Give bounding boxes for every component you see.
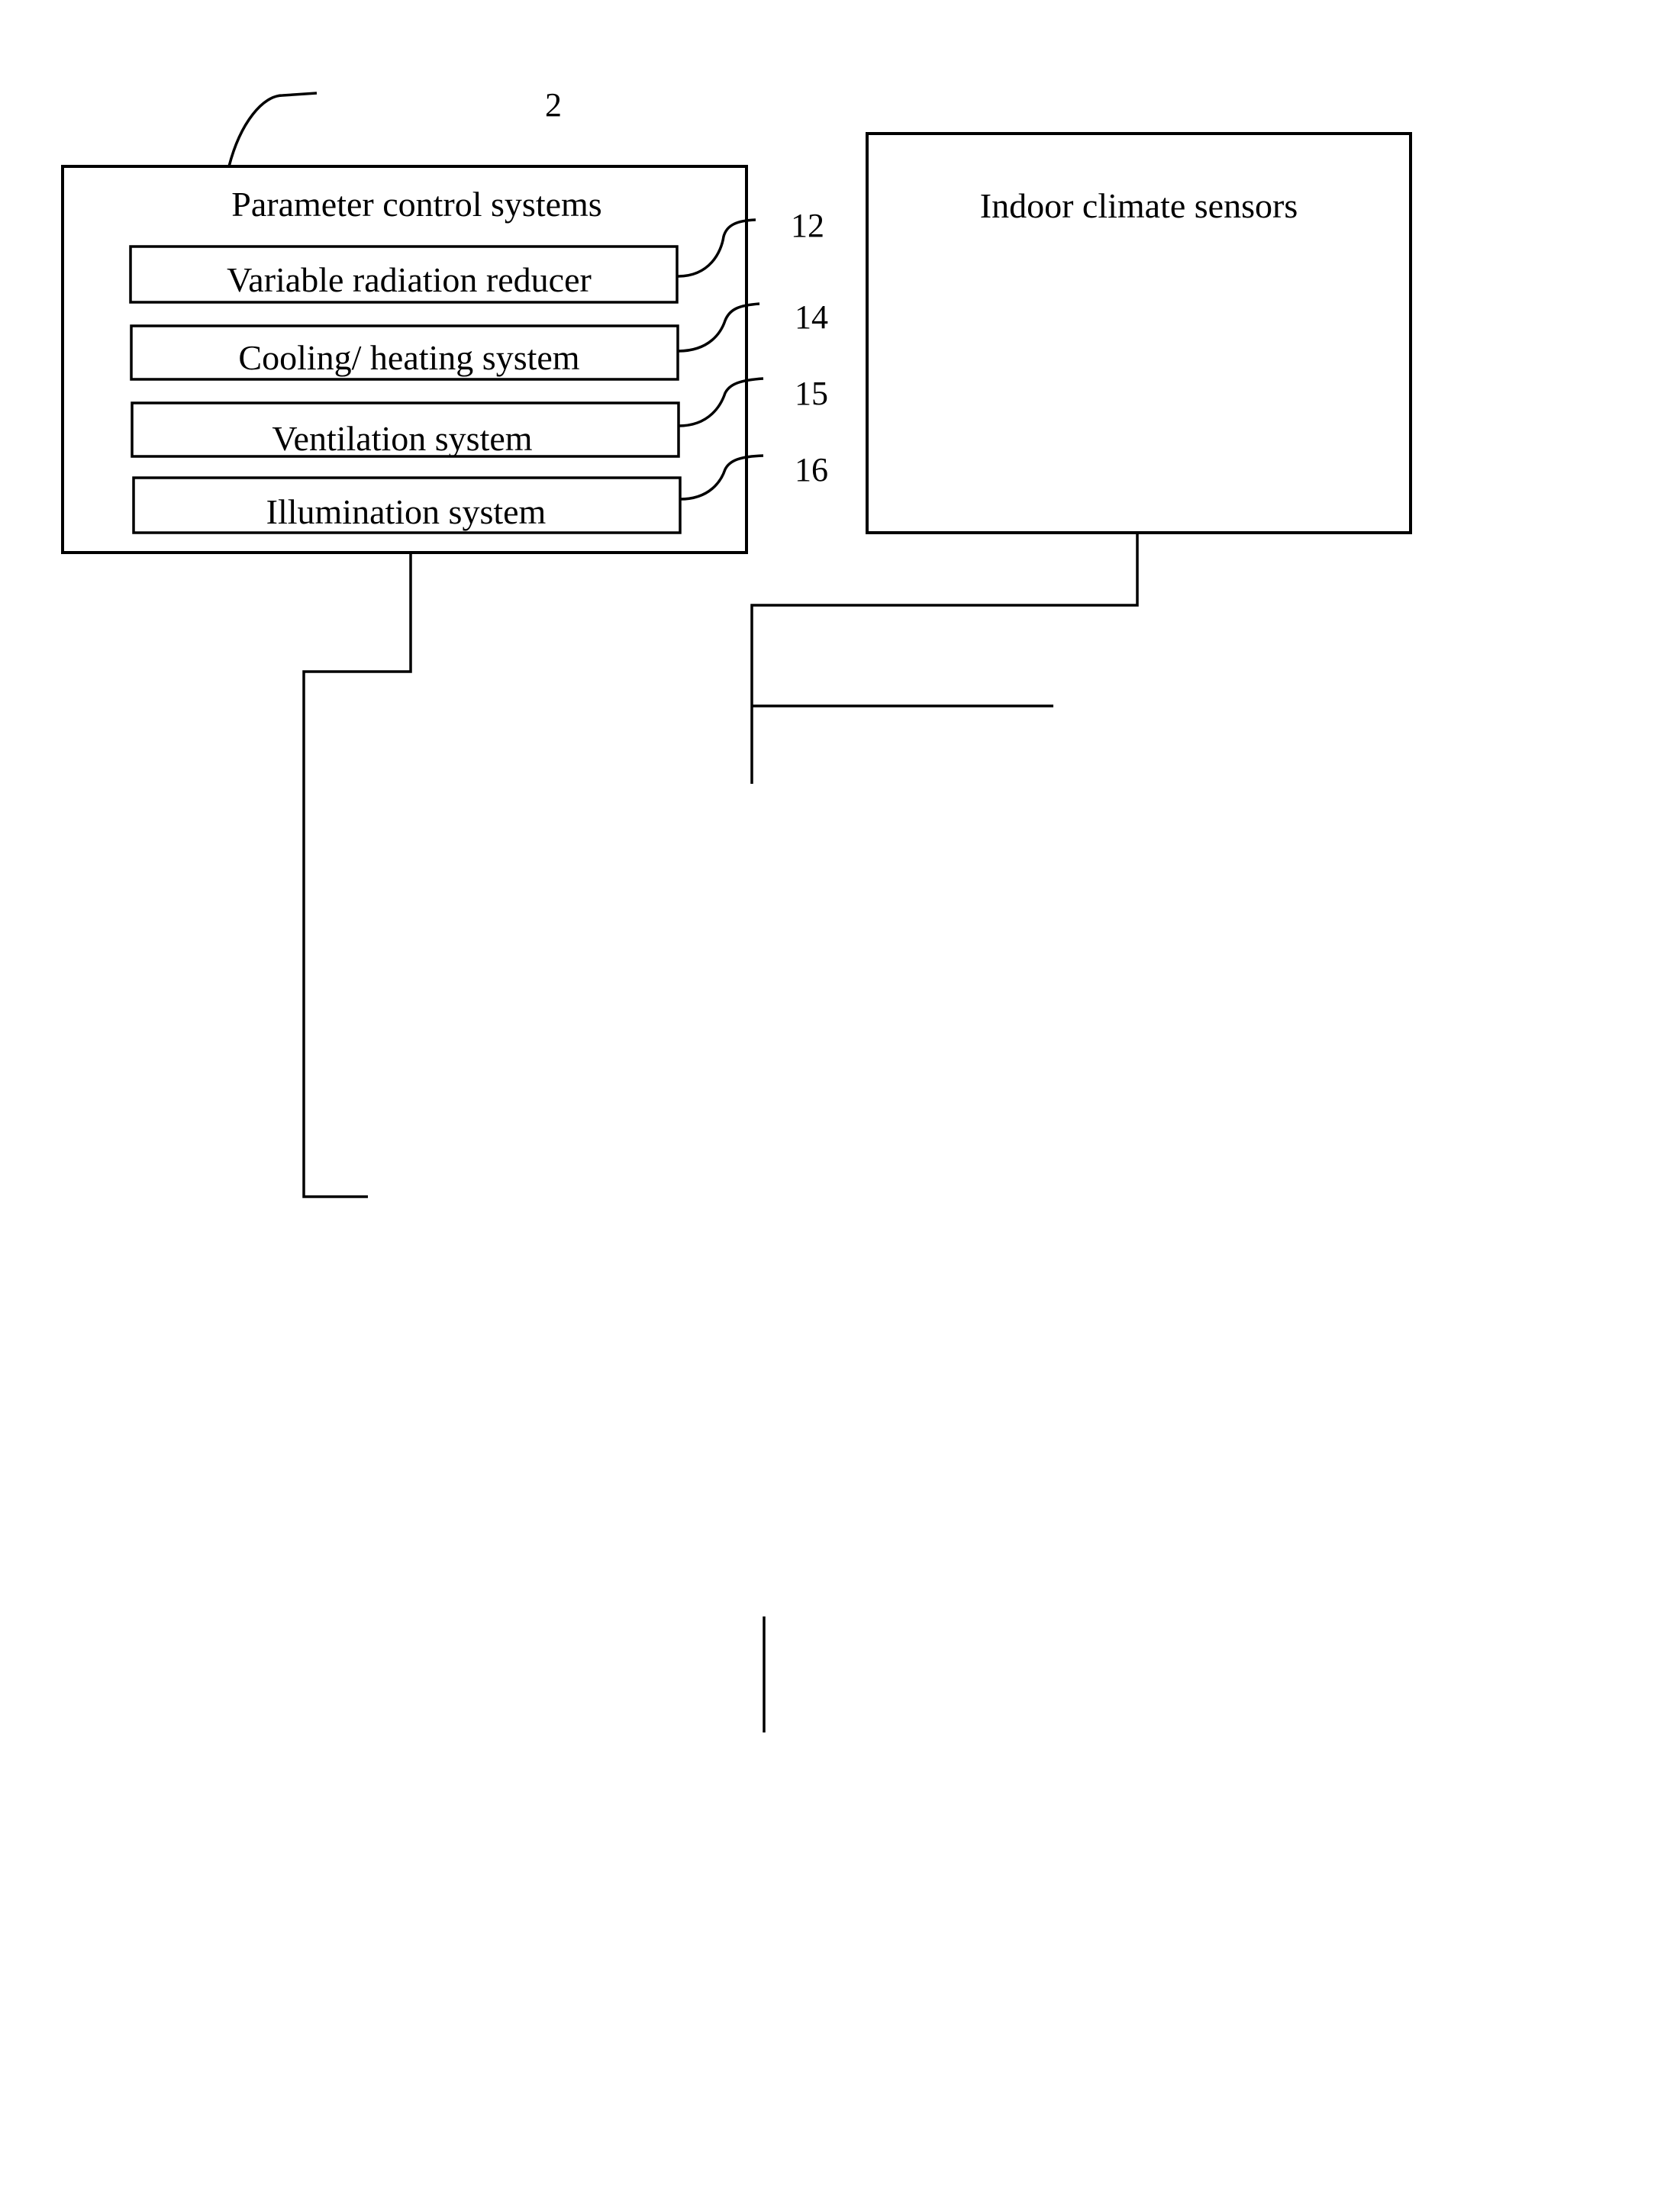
reference-number-2: 2 [545,86,562,124]
leader-line-2 [227,92,318,167]
connections [302,533,1139,1732]
reference-number-14: 14 [795,298,828,336]
pcs-item-label: Ventilation system [272,419,532,458]
pcs-item-label: Variable radiation reducer [227,260,592,299]
parameter-control-systems-title: Parameter control systems [231,185,601,224]
parameter-control-systems-block: Parameter control systems Variable radia… [61,86,828,554]
pcs-item-label: Cooling/ heating system [238,338,579,377]
reference-number-16: 16 [795,451,828,488]
indoor-climate-sensors-block: Indoor climate sensors [866,132,1412,534]
reference-number-12: 12 [791,207,824,244]
reference-number-15: 15 [795,375,828,412]
pcs-item-label: Illumination system [266,492,547,531]
indoor-climate-sensors-title: Indoor climate sensors [980,186,1298,225]
climate-control-diagram: Parameter control systems Variable radia… [61,86,1412,1732]
wire-indoor-sensors-to-ccu [750,533,1139,784]
wire-parameter-control-to-ccu [302,553,412,1198]
